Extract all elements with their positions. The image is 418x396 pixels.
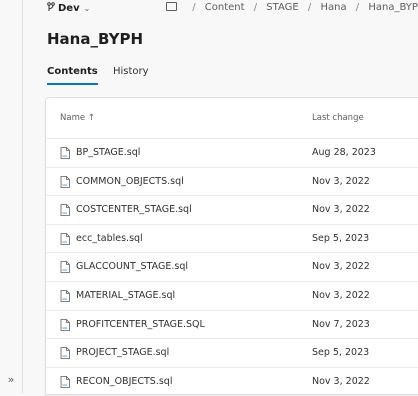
- breadcrumb-item[interactable]: Hana_BYPH: [368, 2, 418, 13]
- file-last-change: Sep 5, 2023: [312, 347, 370, 359]
- breadcrumb-separator: /: [253, 2, 258, 13]
- svg-text:SQL: SQL: [62, 354, 68, 358]
- table-row[interactable]: SQL PROFITCENTER_STAGE.SQL Nov 7, 2023: [46, 309, 418, 339]
- breadcrumb-item[interactable]: Content: [205, 2, 245, 13]
- svg-text:SQL: SQL: [62, 183, 68, 187]
- file-name[interactable]: COSTCENTER_STAGE.sql: [76, 204, 192, 215]
- svg-text:SQL: SQL: [62, 240, 68, 244]
- file-last-change: Nov 3, 2022: [312, 175, 370, 187]
- table-row[interactable]: SQL BP_STAGE.sql Aug 28, 2023: [46, 138, 418, 167]
- svg-text:SQL: SQL: [62, 269, 68, 273]
- breadcrumb-separator: /: [192, 2, 196, 13]
- file-name[interactable]: COMMON_OBJECTS.sql: [76, 176, 184, 187]
- top-bar: Dev ⌄ / Content / STAGE / Hana / Hana_BYP…: [23, 0, 418, 18]
- branch-icon: [47, 2, 55, 11]
- sql-file-icon: SQL: [60, 347, 70, 360]
- table-row[interactable]: SQL MATERIAL_STAGE.sql Nov 3, 2022: [46, 281, 418, 310]
- page-title: Hana_BYPH: [47, 30, 143, 48]
- table-row[interactable]: SQL GLACCOUNT_STAGE.sql Nov 3, 2022: [46, 252, 418, 281]
- file-name[interactable]: RECON_OBJECTS.sql: [76, 376, 172, 387]
- file-last-change: Sep 5, 2023: [312, 232, 370, 244]
- file-name[interactable]: PROJECT_STAGE.sql: [76, 347, 169, 358]
- table-row[interactable]: SQL RECON_OBJECTS.sql Nov 3, 2022: [46, 366, 418, 396]
- svg-text:SQL: SQL: [62, 326, 68, 330]
- file-list-panel: Name ↑ Last change SQL BP_STAGE.sql Aug 28…: [45, 97, 418, 395]
- breadcrumb: / Content / STAGE / Hana / Hana_BYPH: [166, 2, 418, 13]
- left-sidebar: »: [0, 0, 23, 393]
- file-last-change: Aug 28, 2023: [312, 147, 376, 158]
- svg-text:SQL: SQL: [62, 154, 68, 158]
- table-row[interactable]: SQL ecc_tables.sql Sep 5, 2023: [46, 223, 418, 253]
- svg-text:SQL: SQL: [62, 297, 68, 301]
- sql-file-icon: SQL: [60, 204, 70, 217]
- table-header: Name ↑ Last change: [46, 98, 418, 138]
- tab-bar: Contents History: [47, 66, 161, 85]
- file-last-change: Nov 3, 2022: [312, 261, 370, 273]
- sql-file-icon: SQL: [60, 261, 70, 274]
- breadcrumb-item[interactable]: STAGE: [266, 2, 298, 13]
- column-header-name[interactable]: Name ↑: [60, 113, 95, 123]
- file-name[interactable]: PROFITCENTER_STAGE.SQL: [76, 319, 205, 330]
- column-header-last-change[interactable]: Last change: [312, 113, 364, 123]
- file-last-change: Nov 3, 2022: [312, 375, 370, 387]
- chevron-down-icon: ⌄: [83, 4, 91, 13]
- sql-file-icon: SQL: [60, 232, 70, 245]
- file-name[interactable]: ecc_tables.sql: [76, 233, 143, 244]
- sql-file-icon: SQL: [60, 318, 70, 331]
- expand-sidebar-button[interactable]: »: [0, 373, 22, 387]
- breadcrumb-separator: /: [307, 2, 312, 13]
- file-last-change: Nov 7, 2023: [312, 318, 370, 330]
- table-row[interactable]: SQL COSTCENTER_STAGE.sql Nov 3, 2022: [46, 195, 418, 224]
- file-last-change: Nov 3, 2022: [312, 290, 370, 301]
- svg-text:SQL: SQL: [62, 383, 68, 387]
- sql-file-icon: SQL: [60, 290, 70, 302]
- folder-icon: [166, 2, 177, 11]
- breadcrumb-item[interactable]: Hana: [320, 2, 346, 13]
- breadcrumb-separator: /: [355, 2, 360, 13]
- table-row[interactable]: SQL COMMON_OBJECTS.sql Nov 3, 2022: [46, 166, 418, 196]
- tab-contents[interactable]: Contents: [47, 66, 98, 85]
- sql-file-icon: SQL: [60, 147, 70, 159]
- branch-name: Dev: [58, 3, 80, 14]
- branch-selector[interactable]: Dev ⌄: [47, 2, 90, 14]
- sql-file-icon: SQL: [60, 175, 70, 188]
- sql-file-icon: SQL: [60, 375, 70, 388]
- file-name[interactable]: BP_STAGE.sql: [76, 147, 140, 158]
- tab-history[interactable]: History: [113, 66, 149, 83]
- table-row[interactable]: SQL PROJECT_STAGE.sql Sep 5, 2023: [46, 338, 418, 367]
- svg-text:SQL: SQL: [62, 211, 68, 215]
- file-last-change: Nov 3, 2022: [312, 204, 370, 216]
- file-name[interactable]: MATERIAL_STAGE.sql: [76, 290, 175, 301]
- file-name[interactable]: GLACCOUNT_STAGE.sql: [76, 261, 188, 272]
